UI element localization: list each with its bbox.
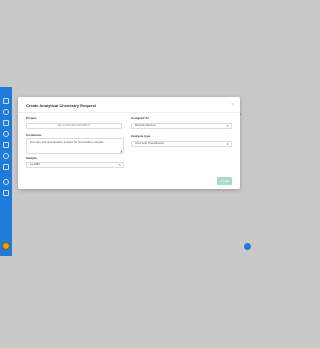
sample-value: ca-4896 (30, 163, 40, 166)
list-icon[interactable] (3, 109, 9, 115)
assigned-to-value: Michelle Martinez (135, 124, 156, 127)
avatar[interactable] (2, 242, 10, 250)
assigned-to-field[interactable]: Michelle Martinez ✎ (131, 123, 232, 129)
sidebar (0, 87, 12, 256)
close-icon[interactable]: × (231, 103, 234, 108)
pencil-icon[interactable]: ✎ (226, 124, 229, 128)
comments-label: Comments (26, 133, 42, 137)
flask-icon[interactable] (3, 120, 9, 126)
home-icon[interactable] (3, 98, 9, 104)
modal-title: Create Analytical Chemistry Request (26, 103, 96, 108)
gear-icon[interactable] (3, 153, 9, 159)
analysis-type-value: Hops Acid Quantification (135, 142, 165, 145)
help-icon[interactable] (3, 190, 9, 196)
comments-textarea[interactable]: Run Hop acid quantification analysis for… (26, 138, 124, 154)
create-button[interactable]: Create (217, 177, 232, 185)
select-arrow-icon[interactable]: ⇕ (226, 142, 229, 146)
assigned-to-label: Assigned To (131, 116, 149, 120)
project-label: Project (26, 116, 37, 120)
resize-handle-icon[interactable]: ◢ (120, 149, 122, 153)
divider (18, 112, 240, 113)
pencil-icon[interactable]: ✎ (118, 163, 121, 167)
doc-icon[interactable] (3, 164, 9, 170)
chart-icon[interactable] (3, 131, 9, 137)
rechoose-project-button[interactable]: RE-CHOOSE PROJECT (26, 123, 122, 129)
analysis-type-select[interactable]: Hops Acid Quantification ⇕ (131, 141, 232, 147)
bell-icon[interactable] (3, 179, 9, 185)
comments-text: Run Hop acid quantification analysis for… (30, 141, 104, 144)
help-fab[interactable] (244, 243, 251, 250)
users-icon[interactable] (3, 142, 9, 148)
sample-label: Sample (26, 156, 37, 160)
analysis-type-label: Analysis type (131, 134, 151, 138)
sample-field[interactable]: ca-4896 ✎ (26, 162, 124, 168)
